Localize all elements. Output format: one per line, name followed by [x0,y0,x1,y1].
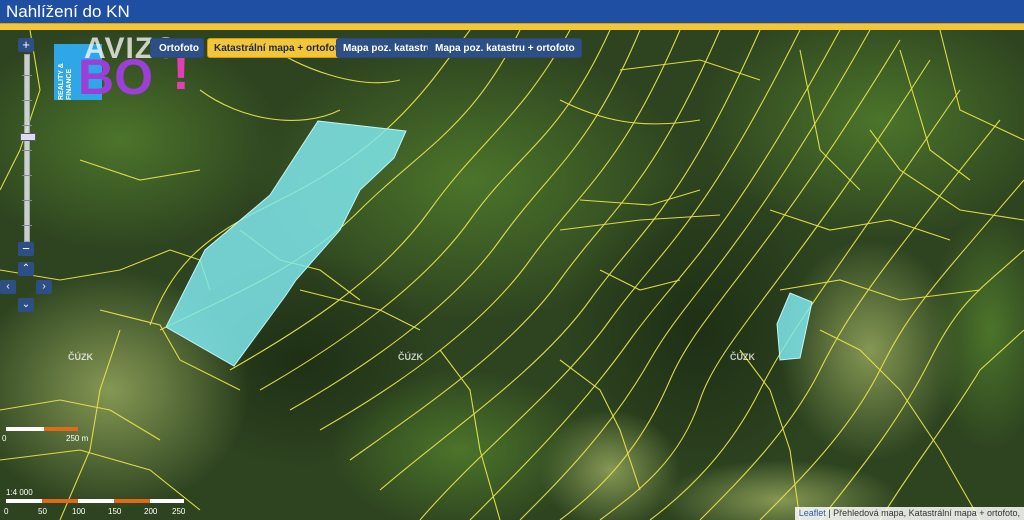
scale-segment [6,499,42,503]
scale-bottom-label-1: 50 [38,507,47,516]
zoom-tick [22,125,32,126]
map-attribution: Leaflet | Přehledová mapa, Katastrální m… [794,507,1024,520]
cuzk-label: ČÚZK [730,352,755,362]
scale-bottom-label-5: 250 [172,507,186,516]
zoom-tick [22,150,32,151]
zoom-control: + − [18,38,36,256]
zoom-tick [22,75,32,76]
zoom-slider-track[interactable] [20,54,36,242]
layer-map-katastr-button[interactable]: Mapa poz. katastru [336,38,441,58]
scale-segment [42,499,78,503]
scale-segment [150,499,184,503]
logo-letters: BO [78,49,153,105]
map-viewport[interactable]: REALITY & FINANCE AVIZO BO ! Ortofoto Ka… [0,30,1024,520]
attribution-text: | Přehledová mapa, Katastrální mapa + or… [828,508,1020,518]
pan-up-button[interactable]: ⌃ [18,262,34,276]
zoom-slider-handle[interactable] [20,133,36,141]
cuzk-label: ČÚZK [398,352,423,362]
zoom-tick [22,175,32,176]
scale-ratio: 1:4 000 [6,488,33,497]
scale-bottom-label-2: 100 [72,507,86,516]
scale-bottom-label-4: 200 [144,507,158,516]
scale-bottom-label-0: 0 [4,507,9,516]
pan-left-button[interactable]: ‹ [0,280,16,294]
layer-orthophoto-button[interactable]: Ortofoto [150,38,204,58]
zoom-out-button[interactable]: − [18,242,34,256]
layer-orthophoto-label: Ortofoto [159,43,199,54]
cuzk-label: ČÚZK [68,352,93,362]
logo-side-text: REALITY & FINANCE [58,63,73,100]
layer-map-katastr-ortho-label: Mapa poz. katastru + ortofoto [435,43,575,54]
zoom-in-button[interactable]: + [18,38,34,52]
layer-cadastral-ortho-button[interactable]: Katastrální mapa + ortofoto [207,38,352,58]
scale-segment [114,499,150,503]
pan-down-button[interactable]: ⌄ [18,298,34,312]
scale-segment [6,427,44,431]
leaflet-link[interactable]: Leaflet [799,508,826,518]
scale-top-label-0: 0 [2,434,7,443]
scale-top-label-1: 250 m [66,434,89,443]
window-title-bar: Nahlížení do KN [0,0,1024,30]
scale-segment [78,499,114,503]
zoom-tick [22,200,32,201]
zoom-tick [22,100,32,101]
zoom-tick [22,225,32,226]
layer-cadastral-ortho-label: Katastrální mapa + ortofoto [214,43,345,54]
orthophoto-map [0,30,1024,520]
title-stripe [0,23,1024,30]
layer-map-katastr-label: Mapa poz. katastru [343,43,434,54]
scale-segment [44,427,78,431]
pan-right-button[interactable]: › [36,280,52,294]
window-title: Nahlížení do KN [6,2,130,21]
scale-bottom-label-3: 150 [108,507,122,516]
layer-map-katastr-ortho-button[interactable]: Mapa poz. katastru + ortofoto [428,38,582,58]
